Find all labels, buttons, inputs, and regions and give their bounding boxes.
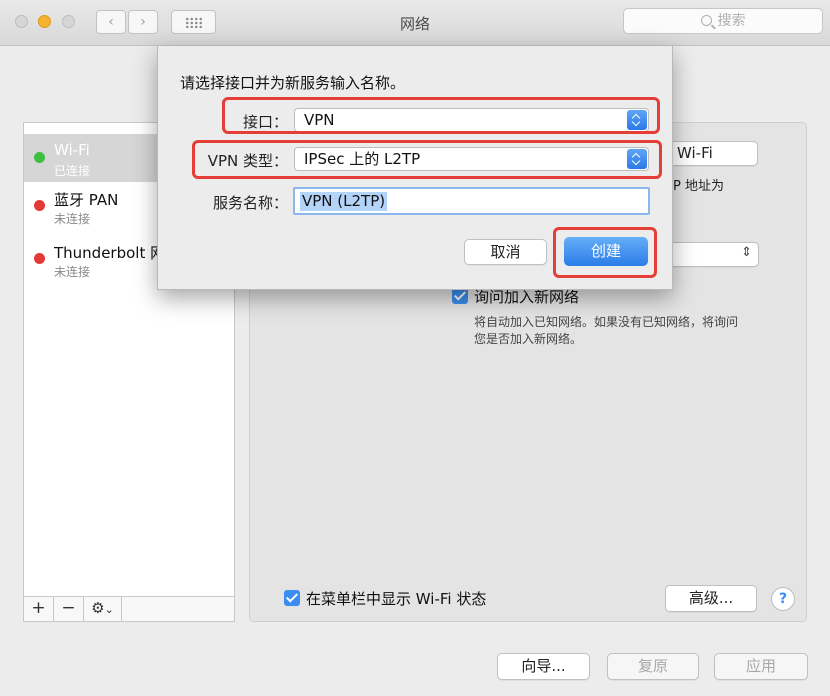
apply-button[interactable]: 应用 <box>714 653 808 680</box>
show-wifi-status-checkbox[interactable] <box>284 590 300 606</box>
cancel-button-label: 取消 <box>490 243 521 261</box>
help-button[interactable]: ? <box>771 587 795 611</box>
apply-button-label: 应用 <box>745 657 776 675</box>
search-icon <box>700 15 712 26</box>
service-status: 未连接 <box>54 265 91 279</box>
title-bar: ‹ › 网络 搜索 <box>0 0 830 46</box>
add-service-button[interactable]: + <box>24 597 54 621</box>
description-line: 您是否加入新网络。 <box>474 332 583 346</box>
wifi-button-label: Wi-Fi <box>677 144 713 162</box>
assist-button-label: 向导... <box>521 657 566 675</box>
revert-button-label: 复原 <box>637 657 668 675</box>
revert-button[interactable]: 复原 <box>607 653 699 680</box>
gear-icon: ⚙ <box>91 599 105 617</box>
ask-to-join-checkbox[interactable] <box>452 288 468 304</box>
service-name-label: 服务名称： <box>212 194 288 212</box>
service-name-input[interactable]: VPN (L2TP) <box>293 187 650 215</box>
annotation-highlight-create <box>553 227 657 278</box>
annotation-highlight-vpn-type <box>192 140 662 179</box>
show-wifi-status-label: 在菜单栏中显示 Wi-Fi 状态 <box>306 590 487 608</box>
action-menu-button[interactable]: ⚙⌄ <box>84 597 122 621</box>
service-name-value: VPN (L2TP) <box>300 192 388 211</box>
assist-me-button[interactable]: 向导... <box>497 653 590 680</box>
search-field[interactable]: 搜索 <box>623 8 823 34</box>
chevron-down-icon: ⌄ <box>104 603 114 616</box>
remove-service-button[interactable]: − <box>54 597 84 621</box>
service-status: 已连接 <box>54 164 91 178</box>
annotation-highlight-interface <box>222 97 660 134</box>
status-dot-icon <box>34 152 45 163</box>
ip-address-text: P 地址为 <box>673 179 724 194</box>
turn-off-wifi-button[interactable]: Wi-Fi <box>664 141 758 166</box>
advanced-button[interactable]: 高级... <box>665 585 757 612</box>
ask-to-join-description: 将自动加入已知网络。如果没有已知网络，将询问 您是否加入新网络。 <box>474 314 738 348</box>
minus-icon: − <box>61 598 76 618</box>
service-status: 未连接 <box>54 212 91 226</box>
advanced-button-label: 高级... <box>688 589 734 607</box>
service-list-toolbar: + − ⚙⌄ <box>23 597 235 622</box>
description-line: 将自动加入已知网络。如果没有已知网络，将询问 <box>474 315 739 329</box>
chevron-updown-icon: ⇕ <box>741 245 752 260</box>
cancel-button[interactable]: 取消 <box>464 239 547 265</box>
status-dot-icon <box>34 253 45 264</box>
network-name-popup[interactable]: ⇕ <box>663 242 759 267</box>
plus-icon: + <box>31 598 46 618</box>
search-placeholder: 搜索 <box>717 13 746 29</box>
help-icon: ? <box>778 591 788 607</box>
status-dot-icon <box>34 200 45 211</box>
dialog-prompt: 请选择接口并为新服务输入名称。 <box>180 74 406 92</box>
